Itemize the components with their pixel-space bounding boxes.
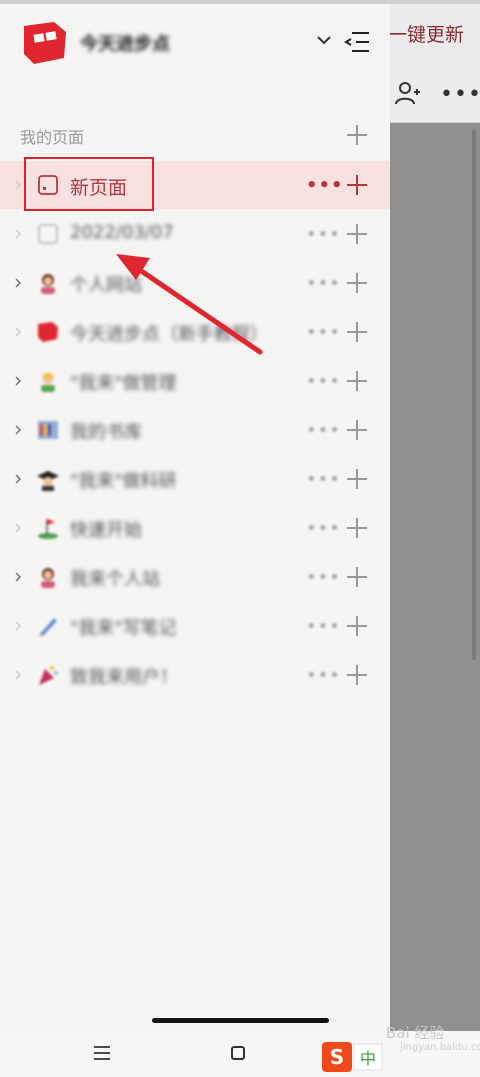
logo-icon [38,322,58,342]
library-emoji-icon [38,421,58,439]
page-row[interactable]: 2022/03/07 ••• [0,210,390,258]
input-method-icon[interactable]: S 中 [322,1042,386,1072]
more-options-icon[interactable]: ••• [306,224,341,245]
collapse-sidebar-icon[interactable] [344,31,370,53]
more-options-icon[interactable]: ••• [306,371,341,392]
page-row[interactable]: 今天进步点（新手教程） ••• [0,308,390,356]
expand-chevron-icon[interactable] [14,474,22,484]
person-emoji-icon [41,568,55,588]
more-options-icon[interactable]: ••• [306,665,341,686]
expand-chevron-icon[interactable] [14,621,22,631]
expand-chevron-icon[interactable] [14,670,22,680]
page-row[interactable]: 我的书库 ••• [0,406,390,454]
highlight-box [24,157,154,211]
ime-label: 中 [360,1049,376,1068]
page-row[interactable]: "我来"做科研 ••• [0,455,390,503]
page-label: 我的书库 [70,422,142,443]
worker-emoji-icon [41,373,55,392]
add-subpage-icon[interactable] [346,419,368,441]
workspace-name[interactable]: 今天进步点 [80,30,170,56]
add-user-icon[interactable] [394,80,420,106]
more-options-icon[interactable]: ••• [306,518,341,539]
update-all-button[interactable]: 一键更新 [388,20,464,47]
more-horizontal-icon[interactable]: ••• [440,82,480,107]
expand-chevron-icon[interactable] [14,523,22,533]
page-label: 快速开始 [70,520,142,541]
expand-chevron-icon[interactable] [14,229,22,239]
expand-chevron-icon[interactable] [14,572,22,582]
more-options-icon[interactable]: ••• [306,322,341,343]
page-row[interactable]: 快速开始 ••• [0,504,390,552]
more-options-icon[interactable]: ••• [306,175,344,196]
add-subpage-icon[interactable] [346,566,368,588]
add-subpage-icon[interactable] [346,468,368,490]
menu-icon[interactable] [94,1046,110,1060]
home-indicator[interactable] [152,1018,329,1023]
add-subpage-icon[interactable] [346,517,368,539]
ime-logo: S [330,1045,344,1069]
scrollbar[interactable] [472,130,476,660]
section-title: 我的页面 [20,128,85,147]
watermark-url: jingyan.baidu.com [400,1042,480,1053]
add-subpage-icon[interactable] [346,370,368,392]
page-overlay[interactable] [390,4,480,1031]
page-row[interactable]: 个人网站 ••• [0,259,390,307]
page-label: "我来"做科研 [70,471,177,492]
page-row[interactable]: "我来"写笔记 ••• [0,602,390,650]
page-label: "我来"做管理 [70,373,177,394]
page-label: 我来个人站 [70,569,160,590]
expand-chevron-icon[interactable] [14,180,22,190]
graduate-emoji-icon [37,471,59,491]
add-subpage-icon[interactable] [346,615,368,637]
workspace-logo-icon[interactable] [20,18,70,68]
flag-emoji-icon [38,519,58,539]
more-options-icon[interactable]: ••• [306,567,341,588]
pen-emoji-icon [38,618,57,637]
expand-chevron-icon[interactable] [14,425,22,435]
more-options-icon[interactable]: ••• [306,469,341,490]
add-subpage-icon[interactable] [346,321,368,343]
add-page-icon[interactable] [346,124,368,146]
watermark: Bai 经验 [386,1024,445,1042]
more-options-icon[interactable]: ••• [306,273,341,294]
chevron-down-icon[interactable] [316,34,332,46]
home-button-icon[interactable] [231,1046,245,1060]
person-emoji-icon [41,274,55,294]
page-label: 个人网站 [70,275,142,296]
page-label: 今天进步点（新手教程） [70,324,268,345]
page-row[interactable]: 致我来用户！ ••• [0,651,390,699]
expand-chevron-icon[interactable] [14,376,22,386]
add-subpage-icon[interactable] [346,272,368,294]
page-label: 致我来用户！ [70,667,178,688]
add-subpage-icon[interactable] [346,223,368,245]
add-subpage-icon[interactable] [346,174,368,196]
more-options-icon[interactable]: ••• [306,616,341,637]
expand-chevron-icon[interactable] [14,327,22,337]
page-row[interactable]: 我来个人站 ••• [0,553,390,601]
page-row[interactable]: "我来"做管理 ••• [0,357,390,405]
page-label: "我来"写笔记 [70,618,177,639]
page-label: 2022/03/07 [70,222,174,243]
page-icon [38,224,58,244]
more-options-icon[interactable]: ••• [306,420,341,441]
add-subpage-icon[interactable] [346,664,368,686]
party-emoji-icon [39,666,58,685]
expand-chevron-icon[interactable] [14,278,22,288]
